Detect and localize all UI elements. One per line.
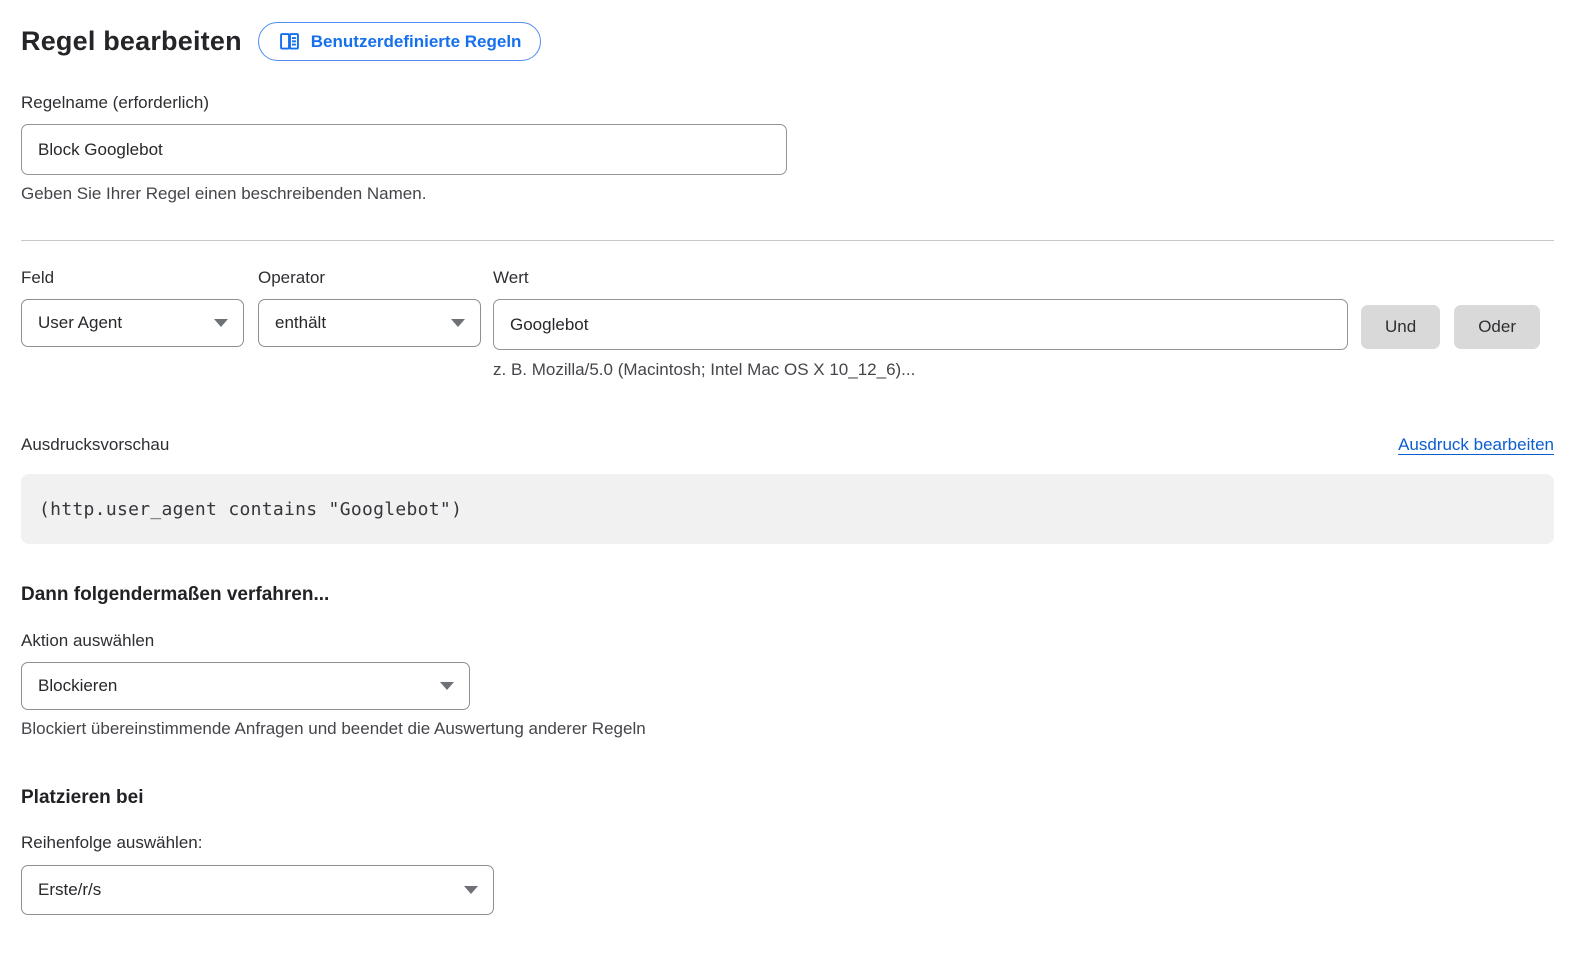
caret-down-icon [464,886,478,894]
expression-preview-label: Ausdrucksvorschau [21,435,169,455]
rule-name-label: Regelname (erforderlich) [21,93,1554,113]
custom-rules-docs-button[interactable]: Benutzerdefinierte Regeln [258,22,542,61]
value-help: z. B. Mozilla/5.0 (Macintosh; Intel Mac … [493,360,1348,380]
page-header: Regel bearbeiten Benutzerdefinierte Rege… [21,22,1554,61]
expression-preview-box: (http.user_agent contains "Googlebot") [21,474,1554,544]
rule-name-section: Regelname (erforderlich) Geben Sie Ihrer… [21,93,1554,204]
rule-name-input[interactable] [21,124,787,175]
book-open-icon [278,30,301,53]
operator-select[interactable]: enthält [258,299,481,347]
expression-section: Ausdrucksvorschau Ausdruck bearbeiten (h… [21,435,1554,544]
operator-label: Operator [258,268,481,288]
placement-heading: Platzieren bei [21,787,1554,809]
docs-button-label: Benutzerdefinierte Regeln [311,32,522,52]
section-divider [21,240,1554,241]
caret-down-icon [451,319,465,327]
condition-section: Feld User Agent Operator enthält Wert z.… [21,268,1554,380]
rule-name-help: Geben Sie Ihrer Regel einen beschreibend… [21,184,1554,204]
value-label: Wert [493,268,1348,288]
field-select[interactable]: User Agent [21,299,244,347]
caret-down-icon [214,319,228,327]
operator-select-value: enthält [275,313,326,333]
order-select[interactable]: Erste/r/s [21,865,494,915]
edit-expression-link[interactable]: Ausdruck bearbeiten [1398,435,1554,455]
logic-buttons: Und Oder [1361,268,1540,349]
field-select-value: User Agent [38,313,122,333]
action-select[interactable]: Blockieren [21,662,470,710]
and-button[interactable]: Und [1361,305,1440,349]
expression-code: (http.user_agent contains "Googlebot") [39,499,462,520]
caret-down-icon [440,682,454,690]
action-heading: Dann folgendermaßen verfahren... [21,584,1554,606]
field-label: Feld [21,268,244,288]
order-label: Reihenfolge auswählen: [21,833,1554,853]
action-section: Dann folgendermaßen verfahren... Aktion … [21,584,1554,739]
value-input[interactable] [493,299,1348,350]
placement-section: Platzieren bei Reihenfolge auswählen: Er… [21,787,1554,915]
or-button[interactable]: Oder [1454,305,1540,349]
order-select-value: Erste/r/s [38,880,101,900]
action-select-value: Blockieren [38,676,117,696]
action-help: Blockiert übereinstimmende Anfragen und … [21,719,1554,739]
page-title: Regel bearbeiten [21,26,242,57]
action-label: Aktion auswählen [21,631,1554,651]
